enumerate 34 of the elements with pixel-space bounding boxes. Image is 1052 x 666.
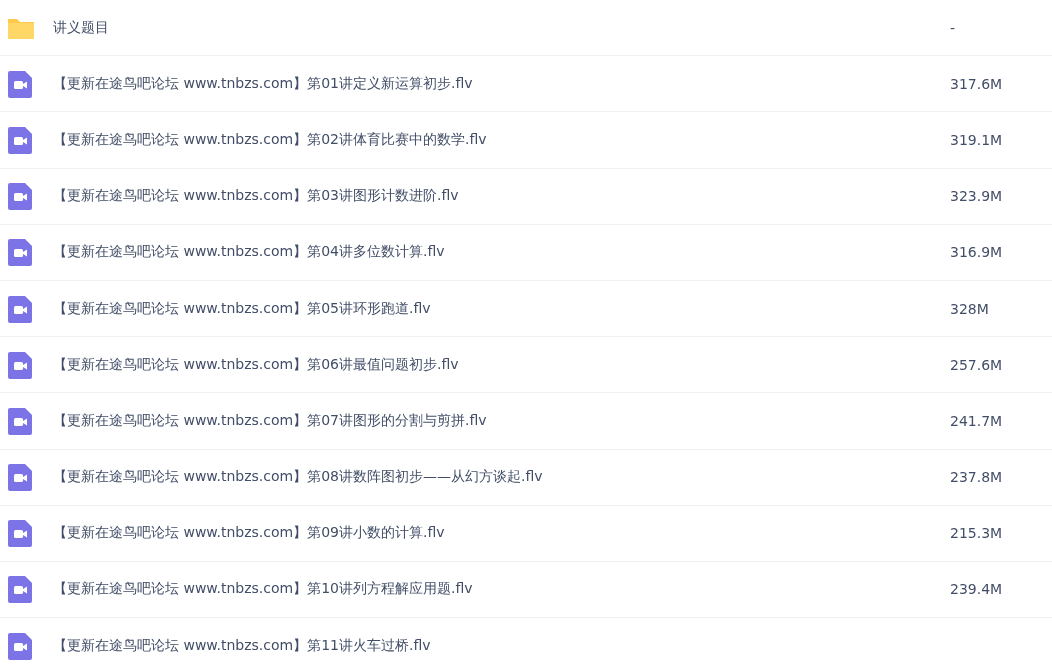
video-file-icon (7, 349, 35, 380)
file-name[interactable]: 【更新在途鸟吧论坛 www.tnbzs.com】第02讲体育比赛中的数学.flv (53, 130, 950, 149)
file-size: 319.1M (950, 131, 1004, 148)
file-size: 237.8M (950, 469, 1004, 486)
file-name[interactable]: 【更新在途鸟吧论坛 www.tnbzs.com】第05讲环形跑道.flv (53, 299, 950, 318)
file-size: 328M (950, 300, 990, 317)
video-file-icon (7, 68, 35, 99)
file-size: 323.9M (950, 188, 1004, 205)
video-file-icon (7, 630, 35, 661)
file-name[interactable]: 【更新在途鸟吧论坛 www.tnbzs.com】第03讲图形计数进阶.flv (53, 187, 950, 206)
file-name[interactable]: 【更新在途鸟吧论坛 www.tnbzs.com】第09讲小数的计算.flv (53, 524, 950, 543)
video-file-icon (7, 124, 35, 155)
video-file-icon (7, 181, 35, 212)
file-name[interactable]: 【更新在途鸟吧论坛 www.tnbzs.com】第01讲定义新运算初步.flv (53, 74, 950, 93)
video-file-icon (7, 574, 35, 605)
file-size: - (950, 19, 957, 36)
video-file-icon (7, 237, 35, 268)
file-size: 317.6M (950, 75, 1004, 92)
file-name[interactable]: 【更新在途鸟吧论坛 www.tnbzs.com】第04讲多位数计算.flv (53, 243, 950, 262)
file-size: 239.4M (950, 581, 1004, 598)
file-name[interactable]: 【更新在途鸟吧论坛 www.tnbzs.com】第07讲图形的分割与剪拼.flv (53, 411, 950, 430)
file-size: 241.7M (950, 412, 1004, 429)
video-file-icon (7, 293, 35, 324)
file-size: 257.6M (950, 356, 1004, 373)
file-size: 215.3M (950, 525, 1004, 542)
file-name[interactable]: 【更新在途鸟吧论坛 www.tnbzs.com】第06讲最值问题初步.flv (53, 355, 950, 374)
file-name[interactable]: 【更新在途鸟吧论坛 www.tnbzs.com】第10讲列方程解应用题.flv (53, 580, 950, 599)
video-file-icon (7, 518, 35, 549)
file-name[interactable]: 讲义题目 (53, 18, 950, 37)
video-file-icon (7, 462, 35, 493)
file-size: 316.9M (950, 244, 1004, 261)
file-name[interactable]: 【更新在途鸟吧论坛 www.tnbzs.com】第08讲数阵图初步——从幻方谈起.flv (53, 468, 950, 487)
file-name[interactable]: 【更新在途鸟吧论坛 www.tnbzs.com】第11讲火车过桥.flv (53, 636, 950, 655)
video-file-icon (7, 405, 35, 436)
